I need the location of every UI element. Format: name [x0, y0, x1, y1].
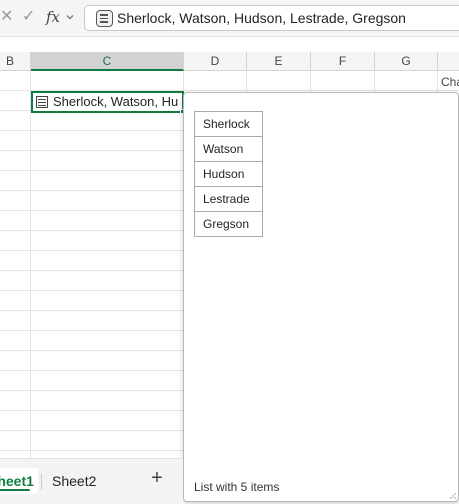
column-header-d[interactable]: D	[184, 52, 247, 71]
list-card: Sherlock Watson Hudson Lestrade Gregson …	[183, 92, 459, 502]
check-icon[interactable]: ✓	[22, 9, 35, 25]
column-headers: B C D E F G	[0, 52, 459, 71]
list-item-value: Watson	[194, 136, 263, 162]
list-item-value: Hudson	[194, 161, 263, 187]
resize-grip-icon[interactable]	[450, 493, 456, 499]
column-header-b[interactable]: B	[0, 52, 31, 71]
list-item: Lestrade	[194, 186, 263, 212]
tab-sheet1[interactable]: Sheet1	[0, 468, 38, 494]
sheet-tabs-bar: Sheet1 Sheet2 +	[0, 458, 183, 504]
column-header-e[interactable]: E	[247, 52, 311, 71]
column-header-g[interactable]: G	[375, 52, 438, 71]
list-icon	[96, 10, 113, 27]
formula-input[interactable]: Sherlock, Watson, Hudson, Lestrade, Greg…	[84, 5, 459, 31]
cell-value: Sherlock, Watson, Hu	[53, 94, 179, 109]
list-item-value: Lestrade	[194, 186, 263, 212]
list-table: Sherlock Watson Hudson Lestrade Gregson	[194, 111, 263, 237]
list-item-value: Sherlock	[194, 111, 263, 137]
tab-separator	[41, 474, 42, 490]
formula-bar: ✕ ✓ fx Sherlock, Watson, Hudson, Lestrad…	[0, 0, 459, 37]
close-icon[interactable]: ✕	[0, 9, 13, 25]
card-footer: List with 5 items	[194, 480, 280, 494]
list-item: Watson	[194, 136, 263, 162]
column-header-c[interactable]: C	[31, 52, 184, 71]
plus-icon[interactable]: +	[146, 465, 168, 491]
list-item: Sherlock	[194, 111, 263, 137]
chevron-down-icon[interactable]	[66, 13, 74, 21]
fx-icon[interactable]: fx	[46, 9, 60, 25]
list-item: Hudson	[194, 161, 263, 187]
selected-cell[interactable]: Sherlock, Watson, Hu	[31, 91, 184, 113]
list-item: Gregson	[194, 211, 263, 237]
partial-cell-text: Cha	[441, 75, 459, 89]
tab-sheet2[interactable]: Sheet2	[52, 468, 96, 494]
formula-value[interactable]: Sherlock, Watson, Hudson, Lestrade, Greg…	[117, 10, 406, 26]
column-header-f[interactable]: F	[311, 52, 375, 71]
list-item-value: Gregson	[194, 211, 263, 237]
list-icon[interactable]	[36, 96, 48, 108]
